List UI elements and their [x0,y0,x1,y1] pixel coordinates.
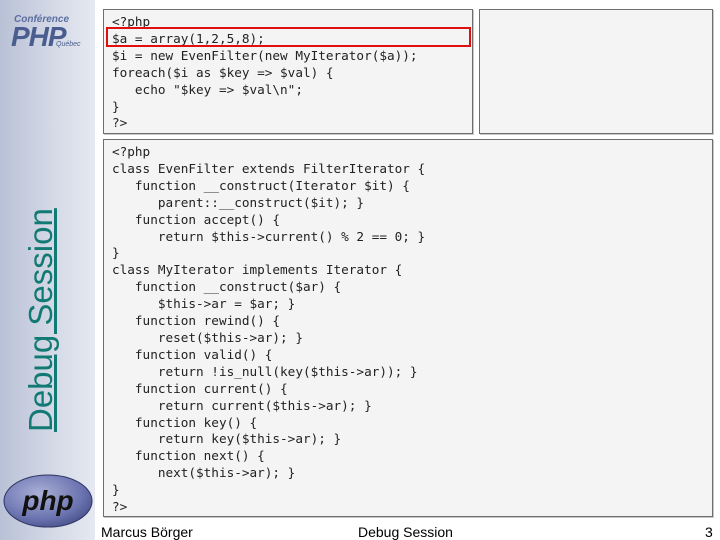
code-line: reset($this->ar); } [112,329,303,345]
code-line: $this->ar = $ar; } [112,296,296,312]
highlight-box [106,27,471,47]
code-line: function next() { [112,448,265,464]
logo-php-word: PHP [11,21,67,52]
code-line: <?php [112,144,151,159]
vertical-title: Debug Session [22,208,59,432]
main-code-block: <?php class EvenFilter extends FilterIte… [104,140,712,516]
code-line: ?> [112,115,128,131]
php-conference-logo: Conférence PHP Québec [4,6,81,52]
code-line: return $this->current() % 2 == 0; } [112,228,426,244]
code-line: } [112,482,120,498]
code-line: ?> [112,499,128,515]
code-line: $i = new EvenFilter(new MyIterator($a)); [112,47,418,63]
code-line: class MyIterator implements Iterator { [112,262,403,278]
footer-author: Marcus Börger [101,524,193,540]
logo-city-word: Québec [56,41,81,48]
code-line: function __construct($ar) { [112,279,342,295]
php-logo-icon: php [3,474,93,528]
code-line: function rewind() { [112,313,281,329]
code-line: foreach($i as $key => $val) { [112,64,334,80]
code-line: function valid() { [112,346,273,362]
code-line: next($this->ar); } [112,465,296,481]
code-line: return current($this->ar); } [112,397,372,413]
main-code-panel: <?php class EvenFilter extends FilterIte… [103,139,713,517]
code-line: echo "$key => $val\n"; [112,81,303,97]
code-line: class EvenFilter extends FilterIterator … [112,160,426,176]
sidebar: Conférence PHP Québec Debug Session php [0,0,95,540]
code-line: } [112,98,120,114]
code-line: return !is_null(key($this->ar)); } [112,363,418,379]
php-logo-text: php [21,485,73,516]
code-line: return key($this->ar); } [112,431,342,447]
code-line: function key() { [112,414,258,430]
code-line: parent::__construct($it); } [112,194,365,210]
code-line: function __construct(Iterator $it) { [112,177,410,193]
footer-title: Debug Session [358,524,453,540]
code-line: function current() { [112,380,288,396]
code-line: } [112,245,120,261]
page-number: 3 [705,524,713,540]
code-line: function accept() { [112,211,281,227]
right-panel-top [479,9,713,134]
